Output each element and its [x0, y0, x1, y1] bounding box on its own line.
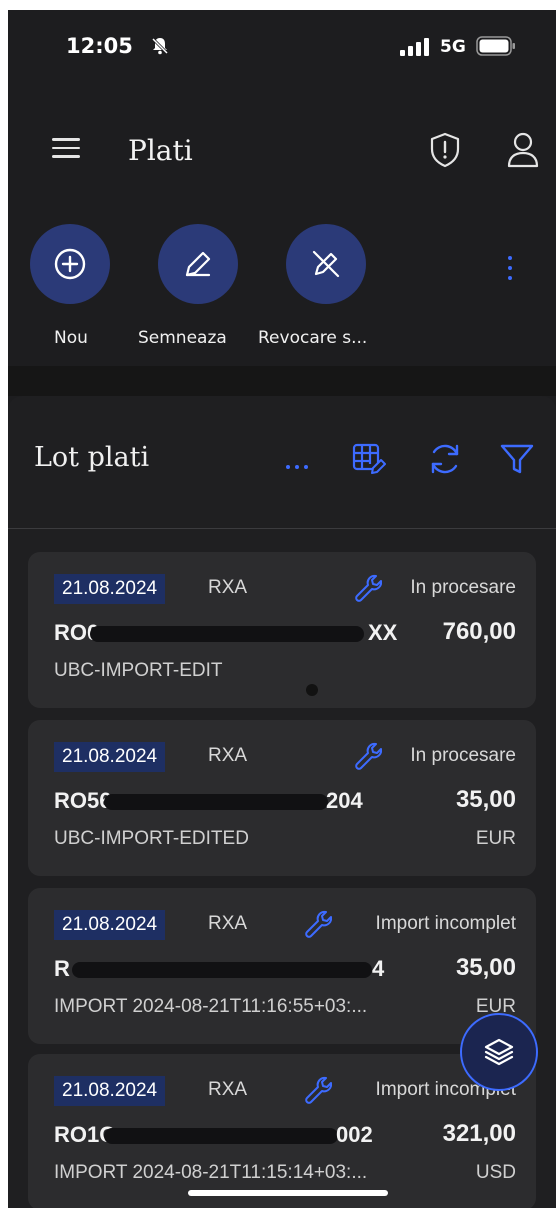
status-bar: 12:05 5G	[8, 10, 556, 80]
plus-circle-icon	[54, 248, 86, 280]
status-time: 12:05	[66, 34, 133, 58]
section-separator	[8, 366, 556, 396]
scroll-dot	[306, 684, 318, 696]
description: UBC-IMPORT-EDIT	[54, 660, 223, 681]
payment-code: RXA	[208, 1079, 248, 1100]
more-icon[interactable]	[286, 454, 314, 469]
payment-code: RXA	[208, 913, 248, 934]
panel-divider	[8, 528, 556, 529]
redaction-mark	[104, 794, 328, 810]
user-profile-icon[interactable]	[506, 130, 540, 170]
amount: 35,00	[455, 954, 516, 981]
wrench-icon	[305, 910, 332, 938]
redaction-mark	[72, 962, 372, 978]
iban-suffix: XX	[368, 620, 398, 645]
action-label: Revocare s...	[258, 328, 368, 348]
status-label: In procesare	[410, 577, 516, 598]
shield-alert-icon[interactable]	[428, 132, 462, 168]
amount: 760,00	[442, 618, 516, 645]
layers-icon	[484, 1038, 514, 1066]
payment-card[interactable]: 21.08.2024 RXA Import incomplet RO1C 002…	[28, 1054, 536, 1208]
more-actions-icon[interactable]	[500, 252, 520, 292]
description: IMPORT 2024-08-21T11:15:14+03:...	[54, 1162, 368, 1183]
payment-card[interactable]: 21.08.2024 RXA Import incomplet R 4 35,0…	[28, 888, 536, 1044]
network-label: 5G	[440, 37, 466, 57]
bell-muted-icon	[151, 37, 169, 55]
status-label: In procesare	[410, 745, 516, 766]
description: UBC-IMPORT-EDITED	[54, 828, 249, 849]
action-circle	[30, 224, 110, 304]
table-edit-icon[interactable]	[350, 440, 388, 478]
currency: USD	[475, 1162, 516, 1183]
status-label: Import incomplet	[375, 913, 516, 934]
action-label: Nou	[54, 328, 88, 348]
quick-actions: Nou Semneaza Revocare s...	[8, 224, 556, 364]
date-badge: 21.08.2024	[54, 574, 166, 604]
amount: 35,00	[455, 786, 516, 813]
iban-prefix: RO56	[54, 788, 112, 813]
date-badge: 21.08.2024	[54, 1076, 166, 1106]
layers-fab-button[interactable]	[460, 1013, 538, 1091]
wrench-icon	[305, 1076, 332, 1104]
signal-icon	[400, 38, 429, 56]
date-badge: 21.08.2024	[54, 742, 166, 772]
payment-card[interactable]: 21.08.2024 RXA In procesare RO0 XX 760,0…	[28, 552, 536, 708]
currency: EUR	[475, 828, 516, 849]
action-circle	[286, 224, 366, 304]
iban-suffix: 002	[336, 1122, 373, 1147]
refresh-icon[interactable]	[426, 440, 464, 478]
iban-prefix: R	[54, 956, 70, 981]
new-payment-button[interactable]: Nou	[10, 224, 130, 348]
app-header: Plati	[8, 122, 556, 182]
action-circle	[158, 224, 238, 304]
revoke-sign-button[interactable]: Revocare s...	[258, 224, 386, 348]
battery-icon	[476, 36, 515, 56]
iban-suffix: 4	[372, 956, 385, 981]
filter-icon[interactable]	[498, 440, 536, 478]
payment-card[interactable]: 21.08.2024 RXA In procesare RO56 204 35,…	[28, 720, 536, 876]
amount: 321,00	[442, 1120, 516, 1147]
panel-title: Lot plati	[34, 442, 150, 473]
menu-icon[interactable]	[52, 138, 80, 164]
iban-suffix: 204	[326, 788, 363, 813]
wrench-icon	[355, 574, 382, 602]
sign-button[interactable]: Semneaza	[138, 224, 258, 348]
redaction-mark	[104, 1128, 338, 1144]
home-indicator	[188, 1190, 388, 1196]
redaction-mark	[90, 626, 364, 642]
payment-code: RXA	[208, 745, 248, 766]
pen-icon	[185, 251, 211, 277]
date-badge: 21.08.2024	[54, 910, 166, 940]
description: IMPORT 2024-08-21T11:16:55+03:...	[54, 996, 368, 1017]
page-title: Plati	[128, 134, 193, 167]
pen-off-icon	[312, 250, 340, 278]
wrench-icon	[355, 742, 382, 770]
action-label: Semneaza	[138, 328, 227, 348]
phone-screen: 12:05 5G Plati Nou Semneaza Revocare s..…	[8, 10, 556, 1208]
payment-code: RXA	[208, 577, 248, 598]
